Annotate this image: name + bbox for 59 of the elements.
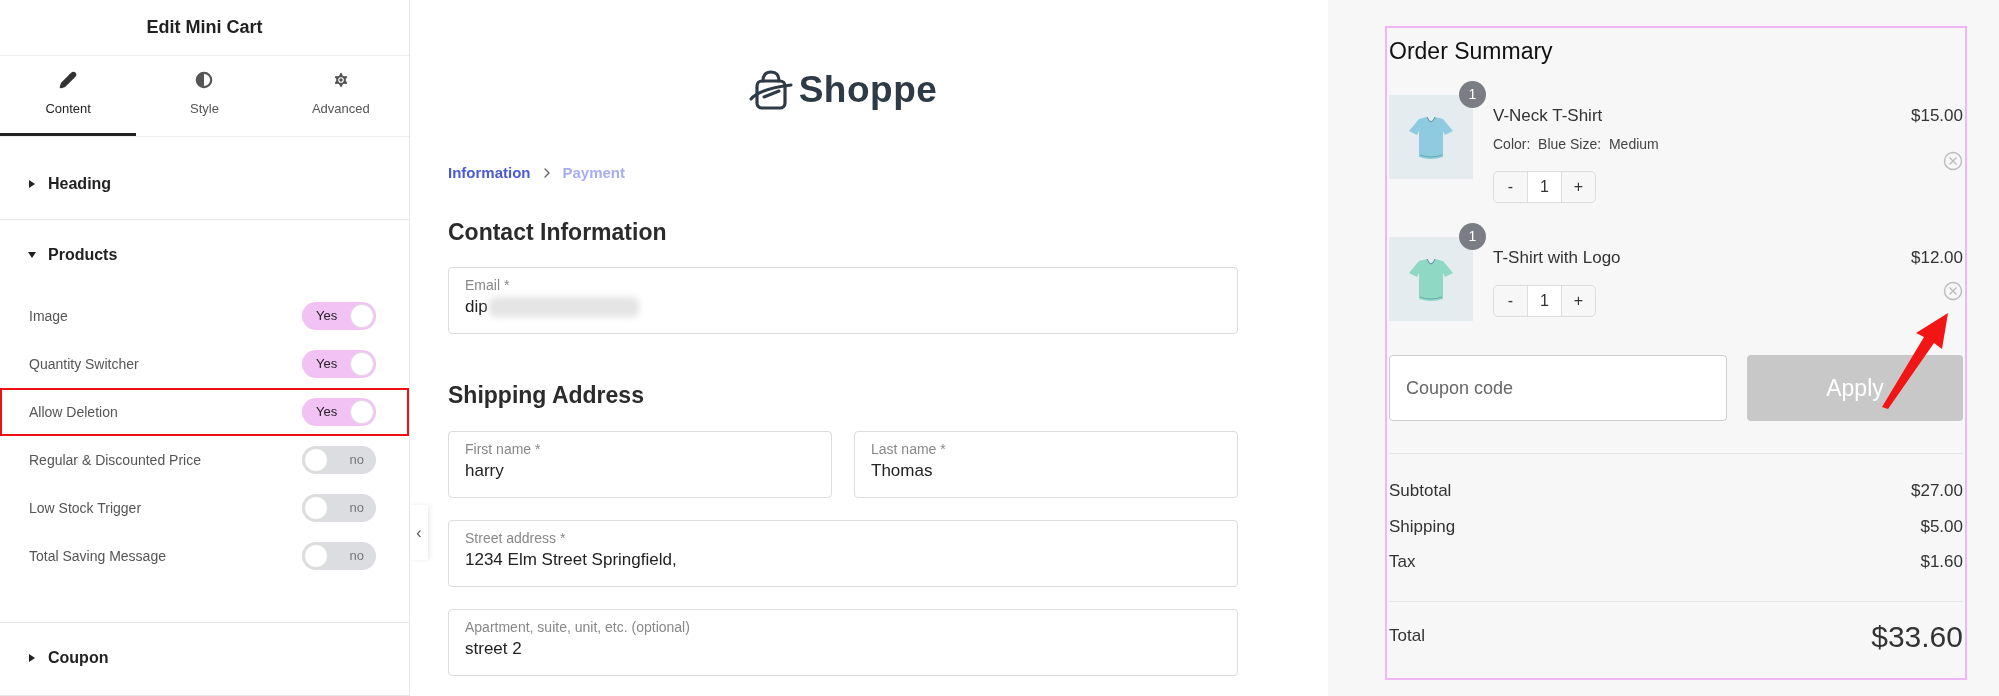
- summary-label: Subtotal: [1389, 480, 1452, 502]
- order-summary-title: Order Summary: [1389, 37, 1554, 66]
- increase-button[interactable]: +: [1562, 285, 1595, 316]
- summary-value: $27.00: [1911, 480, 1963, 502]
- email-field[interactable]: Email * dip: [448, 267, 1238, 334]
- setting-label: Quantity Switcher: [29, 354, 139, 374]
- pencil-icon: [59, 70, 78, 89]
- remove-icon[interactable]: [1943, 280, 1963, 301]
- quantity-badge: 1: [1459, 80, 1486, 108]
- increase-button[interactable]: +: [1562, 172, 1595, 202]
- product-price: $12.00: [1911, 247, 1963, 269]
- toggle-switch[interactable]: Yes: [302, 350, 376, 378]
- panel-title: Edit Mini Cart: [146, 16, 263, 39]
- contrast-icon: [195, 70, 214, 89]
- quantity-stepper[interactable]: - 1 +: [1493, 284, 1596, 317]
- logo-text: Shoppe: [798, 68, 938, 113]
- quantity-stepper[interactable]: - 1 +: [1493, 171, 1596, 203]
- toggle-switch[interactable]: Yes: [302, 398, 376, 426]
- section-heading: Contact Information: [448, 217, 668, 247]
- summary-value: $1.60: [1920, 551, 1963, 573]
- shopping-bag-logo-icon: [748, 69, 793, 111]
- caret-icon: [28, 654, 36, 662]
- quantity-value: 1: [1527, 285, 1562, 316]
- apartment-field[interactable]: Apartment, suite, unit, etc. (optional) street 2: [448, 608, 1238, 676]
- total-label: Total: [1389, 625, 1425, 648]
- product-name: T-Shirt with Logo: [1493, 247, 1621, 269]
- tab[interactable]: Content: [0, 56, 137, 136]
- summary-label: Shipping: [1389, 515, 1456, 538]
- collapse-handle[interactable]: ‹: [410, 505, 428, 560]
- setting-label: Regular & Discounted Price: [29, 450, 201, 470]
- setting-label: Allow Deletion: [29, 402, 118, 422]
- quantity-badge: 1: [1459, 223, 1486, 250]
- decrease-button[interactable]: -: [1494, 285, 1527, 316]
- setting-label: Image: [29, 306, 68, 326]
- caret-icon: [28, 251, 36, 259]
- product-price: $15.00: [1911, 104, 1963, 127]
- first-name-field[interactable]: First name * harry: [448, 430, 832, 498]
- breadcrumb-link[interactable]: Information: [448, 162, 531, 185]
- product-variant: Color: Blue Size: Medium: [1493, 135, 1660, 154]
- section-header[interactable]: Products: [0, 240, 409, 270]
- tab[interactable]: Style: [136, 56, 273, 136]
- total-value: $33.60: [1871, 618, 1963, 655]
- summary-label: Tax: [1389, 551, 1416, 573]
- setting-label: Total Saving Message: [29, 546, 166, 566]
- settings-icon: [331, 70, 350, 89]
- caret-icon: [28, 180, 36, 188]
- remove-icon[interactable]: [1943, 151, 1963, 171]
- section-header[interactable]: Coupon: [0, 643, 409, 673]
- decrease-button[interactable]: -: [1494, 172, 1527, 202]
- section-header[interactable]: Heading: [0, 169, 409, 199]
- summary-value: $5.00: [1920, 515, 1963, 538]
- section-heading: Shipping Address: [448, 381, 645, 410]
- last-name-field[interactable]: Last name * Thomas: [854, 430, 1238, 498]
- street-address-field[interactable]: Street address * 1234 Elm Street Springfield,: [448, 519, 1238, 587]
- product-name: V-Neck T-Shirt: [1493, 104, 1603, 127]
- quantity-value: 1: [1527, 172, 1562, 202]
- toggle-switch[interactable]: Yes: [302, 302, 376, 330]
- tab[interactable]: Advanced: [272, 56, 409, 136]
- setting-label: Low Stock Trigger: [29, 498, 142, 518]
